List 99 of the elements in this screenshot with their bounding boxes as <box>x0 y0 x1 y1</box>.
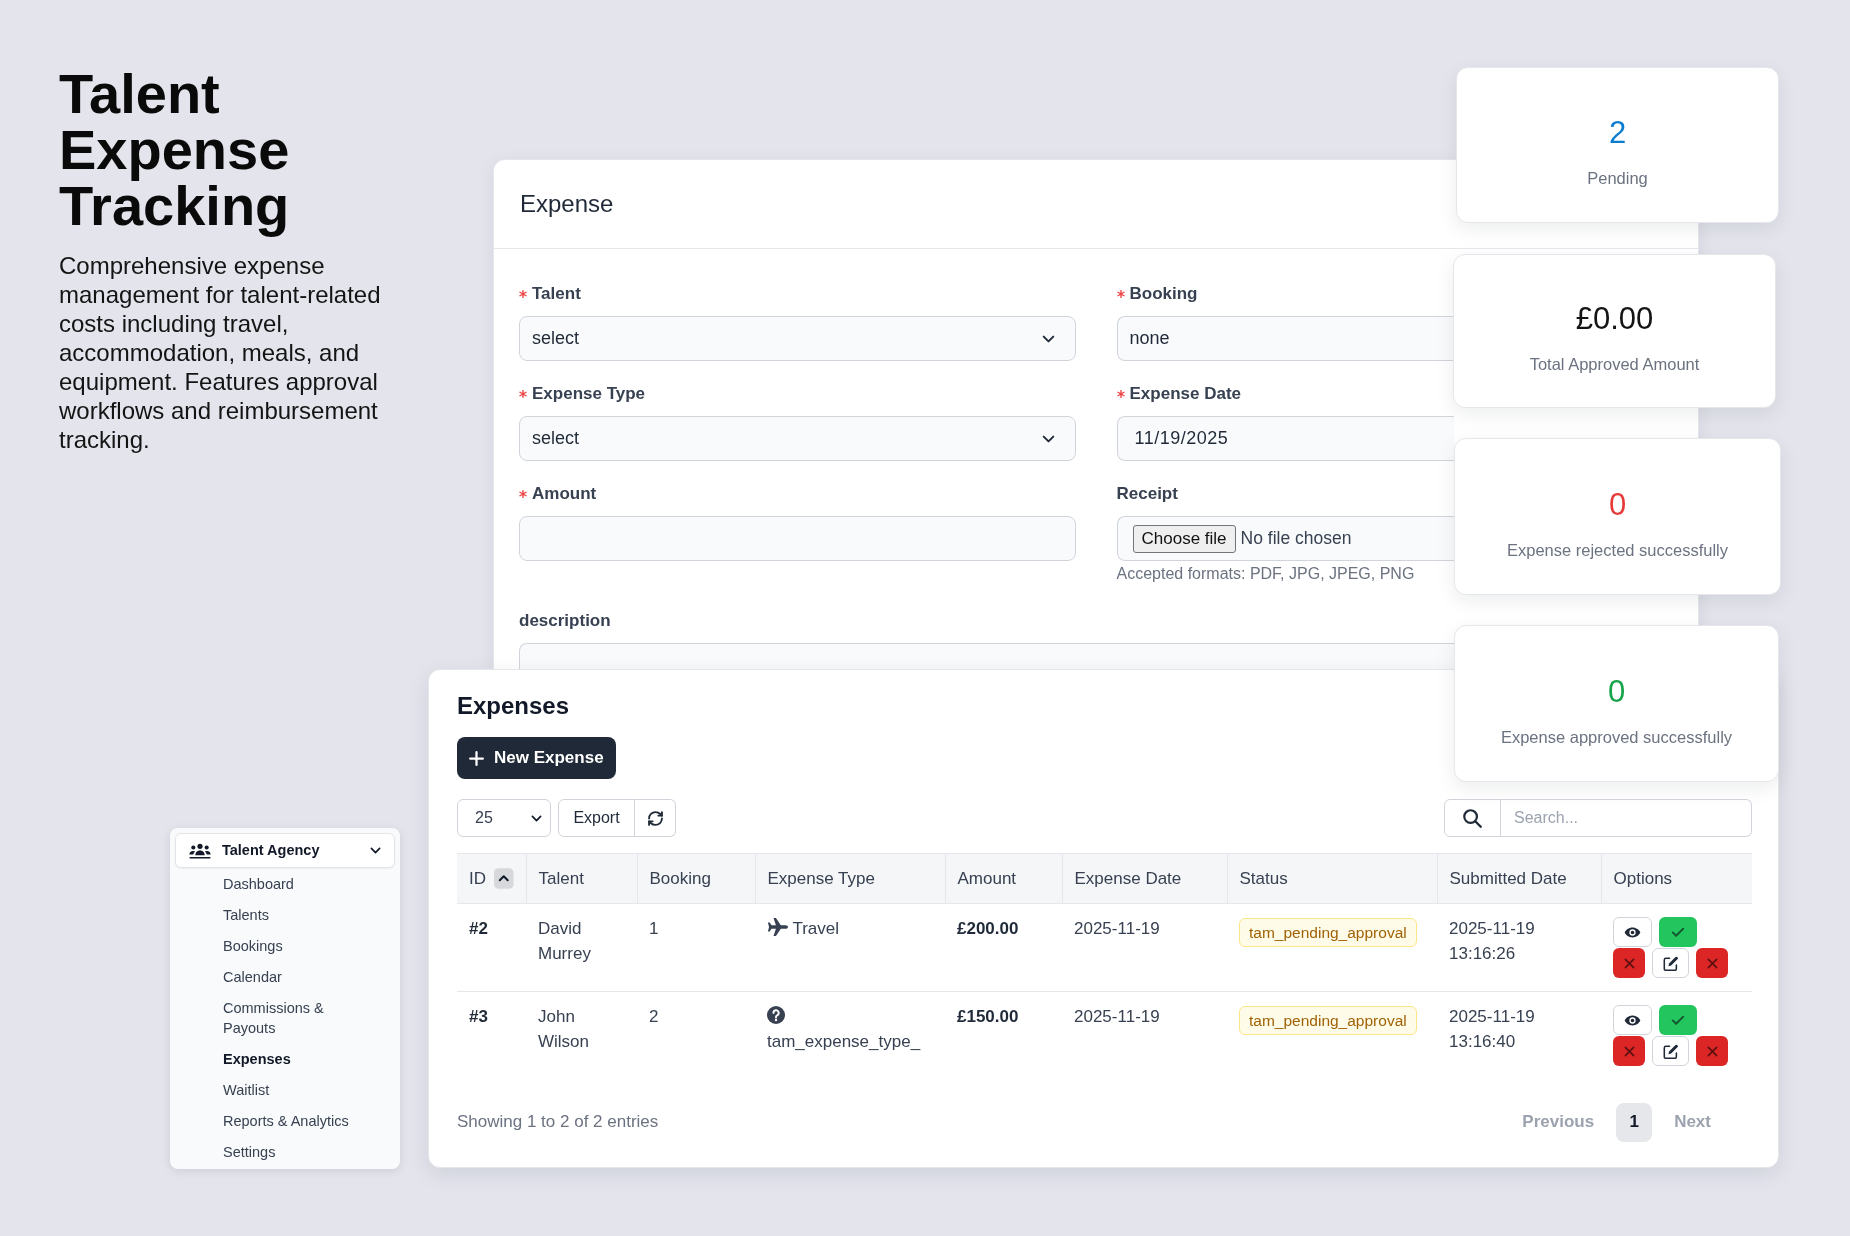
edit-button[interactable] <box>1652 1036 1689 1066</box>
stat-label: Total Approved Amount <box>1529 354 1700 375</box>
plus-icon <box>469 750 484 766</box>
eye-icon <box>1624 1014 1641 1026</box>
table-cell: David Murrey <box>526 903 637 992</box>
delete-button[interactable] <box>1696 1036 1728 1066</box>
table-cell: #3 <box>457 991 526 1080</box>
sidebar-group-header[interactable]: Talent Agency <box>175 833 395 868</box>
page-button[interactable]: 1 <box>1616 1102 1653 1142</box>
column-header[interactable]: Submitted Date <box>1437 853 1601 904</box>
column-header[interactable]: Booking <box>637 853 755 904</box>
x-mark-icon <box>1623 957 1635 969</box>
refresh-button[interactable] <box>635 799 676 837</box>
page-description: Comprehensive expense management for talent-related costs including travel, accommodation, meals, and equipment. Features approval workflows and reimbursement tracking. <box>59 251 382 454</box>
sidebar-item[interactable]: Expenses <box>223 1043 371 1074</box>
text-field[interactable]: none <box>1116 316 1454 361</box>
sidebar-item[interactable]: Commissions & Payouts <box>223 992 371 1043</box>
form-title: Expense <box>520 189 614 219</box>
column-header[interactable]: Status <box>1227 853 1437 904</box>
edit-icon <box>1663 1043 1678 1059</box>
users-icon <box>189 842 211 859</box>
field-label: Expense Date <box>1129 383 1241 406</box>
column-header[interactable]: Talent <box>526 853 637 904</box>
sidebar-item[interactable]: Calendar <box>223 961 371 992</box>
x-mark-icon <box>1706 957 1718 969</box>
sidebar-item[interactable]: Dashboard <box>223 868 371 899</box>
sidebar-item[interactable]: Bookings <box>223 930 371 961</box>
edit-button[interactable] <box>1652 948 1689 978</box>
table-cell: 2025-11-19 <box>1062 903 1227 992</box>
choose-file-button[interactable]: Choose file <box>1132 524 1236 553</box>
column-header[interactable]: Amount <box>945 853 1062 904</box>
field-label: description <box>519 610 611 633</box>
select-field[interactable]: select <box>519 316 1076 361</box>
stat-label: Expense rejected successfully <box>1507 539 1728 561</box>
textarea-field[interactable] <box>519 643 1454 669</box>
field-label: Talent <box>532 283 581 306</box>
x-mark-icon <box>1623 1045 1635 1057</box>
table-cell: 2025-11-19 <box>1062 991 1227 1080</box>
expense-type-text: Travel <box>792 919 840 938</box>
search-icon <box>1463 808 1482 828</box>
column-header[interactable]: ID <box>457 853 526 904</box>
file-field[interactable]: Choose file No file chosen <box>1116 516 1454 561</box>
chevron-down-icon <box>1041 434 1055 443</box>
stat-value: 2 <box>1608 115 1627 151</box>
stat-value: 0 <box>1607 673 1626 710</box>
chevron-down-icon <box>1041 334 1055 343</box>
status-badge: tam_pending_approval <box>1239 1006 1417 1035</box>
stat-value: 0 <box>1608 486 1627 523</box>
search-field[interactable]: Search... <box>1501 799 1752 837</box>
question-circle-icon <box>767 1006 785 1024</box>
view-button[interactable] <box>1613 917 1652 947</box>
field-help-text: Accepted formats: PDF, JPG, JPEG, PNG <box>1116 564 1416 584</box>
page-size-select[interactable]: 25 <box>457 799 551 837</box>
field-label: Booking <box>1129 283 1198 306</box>
status-badge: tam_pending_approval <box>1239 918 1417 947</box>
export-button[interactable]: Export <box>558 799 635 837</box>
entries-summary: Showing 1 to 2 of 2 entries <box>457 1111 659 1134</box>
stat-label: Expense approved successfully <box>1500 726 1733 748</box>
table-cell: 1 <box>637 903 755 992</box>
table-cell: 2025-11-19 13:16:26 <box>1437 903 1601 992</box>
field-label: Expense Type <box>532 383 646 406</box>
plane-icon <box>767 918 788 936</box>
table-cell: £200.00 <box>945 903 1062 992</box>
table-cell: 2025-11-19 13:16:40 <box>1437 991 1601 1080</box>
approve-button[interactable] <box>1659 917 1697 947</box>
select-field[interactable]: select <box>519 416 1076 461</box>
refresh-icon <box>647 810 663 826</box>
file-status-text: No file chosen <box>1240 527 1352 551</box>
table-cell: 2 <box>637 991 755 1080</box>
view-button[interactable] <box>1613 1005 1652 1035</box>
text-field[interactable] <box>519 516 1076 561</box>
date-field[interactable]: 11/19/2025 <box>1116 416 1454 461</box>
table-cell: John Wilson <box>526 991 637 1080</box>
sidebar-item[interactable]: Settings <box>223 1136 371 1167</box>
column-header[interactable]: Expense Date <box>1062 853 1227 904</box>
reject-button[interactable] <box>1613 1036 1645 1066</box>
chevron-down-icon <box>531 814 542 822</box>
table-cell: £150.00 <box>945 991 1062 1080</box>
new-expense-button[interactable]: New Expense <box>457 737 616 779</box>
x-mark-icon <box>1706 1045 1718 1057</box>
sidebar-item[interactable]: Reports & Analytics <box>223 1105 371 1136</box>
sidebar-item[interactable]: Talents <box>223 899 371 930</box>
search-button[interactable] <box>1444 799 1501 837</box>
check-icon <box>1671 1014 1685 1026</box>
table-cell: #2 <box>457 903 526 992</box>
field-label: Receipt <box>1116 483 1178 506</box>
column-header[interactable]: Options <box>1601 853 1752 904</box>
reject-button[interactable] <box>1613 948 1645 978</box>
stat-value: £0.00 <box>1575 301 1654 337</box>
edit-icon <box>1663 955 1678 971</box>
expense-type-text: tam_expense_type_ <box>767 1032 921 1051</box>
eye-icon <box>1624 926 1641 938</box>
field-label: Amount <box>532 483 597 506</box>
approve-button[interactable] <box>1659 1005 1697 1035</box>
column-header[interactable]: Expense Type <box>755 853 945 904</box>
stat-label: Pending <box>1587 168 1648 189</box>
delete-button[interactable] <box>1696 948 1728 978</box>
check-icon <box>1671 926 1685 938</box>
sidebar-item[interactable]: Waitlist <box>223 1074 371 1105</box>
